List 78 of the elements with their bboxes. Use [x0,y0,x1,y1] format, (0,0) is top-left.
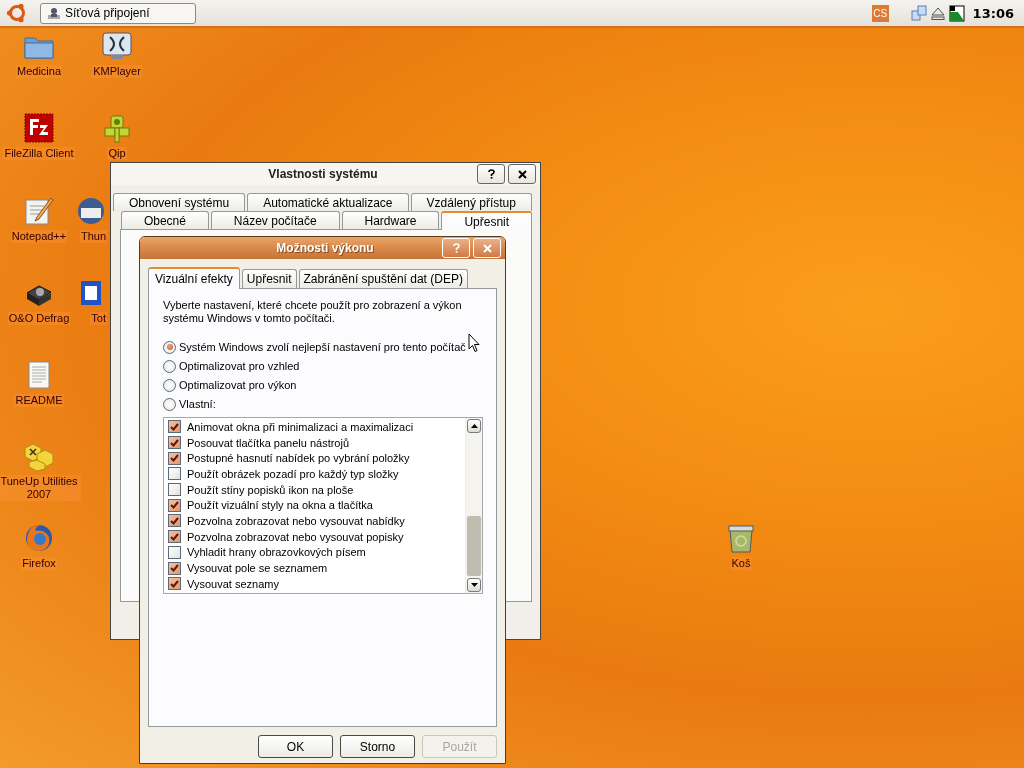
scrollbar-thumb[interactable] [467,516,481,576]
desktop-icon-label[interactable]: TuneUp Utilities 2007 [0,475,81,501]
radio-option[interactable]: Vlastní: [163,396,482,412]
ubuntu-logo-icon[interactable] [6,2,28,24]
tab[interactable]: Obnovení systému [113,193,246,211]
scroll-down-button[interactable] [467,578,481,592]
checkbox-label[interactable]: Pozvolna zobrazovat nebo vysouvat nabídky [187,514,405,527]
desktop-icon-label[interactable]: README [14,394,64,407]
application-icon[interactable] [101,30,133,62]
checkbox-label[interactable]: Použít obrázek pozadí pro každý typ složky [187,467,399,480]
desktop-icon-label[interactable]: Qip [107,147,127,160]
desktop-icon-label[interactable]: Firefox [21,557,57,570]
application-icon[interactable] [75,195,107,227]
radio-button[interactable] [163,378,176,392]
checkbox-label[interactable]: Vysouvat pole se seznamem [187,562,328,575]
up-arrow-icon [470,424,478,428]
radio-button[interactable] [163,397,176,411]
checkbox[interactable] [168,577,181,591]
checkbox[interactable] [168,514,181,528]
checkbox[interactable] [168,530,181,544]
window-title: Možnosti výkonu [275,241,375,255]
dialog-button[interactable]: OK [258,735,333,758]
checkbox[interactable] [168,420,181,434]
tab[interactable]: Hardware [341,211,440,229]
help-button[interactable] [477,164,505,184]
description-text: Vyberte nastavení, které chcete použít pro zobrazení a výkon systému Windows v tomto počítači. [163,299,463,325]
close-button[interactable] [508,164,536,184]
desktop-icon-label[interactable]: Medicina [16,65,62,78]
checkbox-label[interactable]: Použít stíny popisků ikon na ploše [187,483,354,496]
window-title: Vlastnosti systému [267,167,379,181]
question-mark-icon [452,243,460,253]
checkbox-label[interactable]: Pozvolna zobrazovat nebo vysouvat popisky [187,530,404,543]
desktop-icon-label[interactable]: Koš [730,557,752,570]
down-arrow-icon [470,583,478,587]
tab[interactable]: Název počítače [210,211,340,229]
checkbox[interactable] [168,436,181,450]
checkbox-label[interactable]: Vysouvat seznamy [187,577,279,590]
dialog-button[interactable]: Storno [340,735,415,758]
checkbox[interactable] [168,498,181,512]
checkbox[interactable] [168,545,181,559]
desktop-icon-label[interactable]: Notepad++ [10,230,68,243]
network-user-icon [47,6,61,20]
checkbox[interactable] [168,483,181,497]
desktop-icon-label[interactable]: Thun [79,230,107,243]
checkbox-label[interactable]: Postupné hasnutí nabídek po vybrání položky [187,452,410,465]
checkbox-label[interactable]: Posouvat tlačítka panelu nástrojů [187,436,350,449]
checkbox[interactable] [168,451,181,465]
tab[interactable]: Obecné [121,211,209,229]
application-icon[interactable] [23,195,55,227]
checkbox-label[interactable]: Animovat okna při minimalizaci a maximalizaci [187,420,414,433]
checkbox-label[interactable]: Vyhladit hrany obrazovkových písem [187,546,366,559]
tab[interactable]: Vzdálený přístup [410,193,532,211]
close-icon [517,169,527,179]
checkbox[interactable] [168,467,181,481]
close-icon [482,243,492,253]
radio-option[interactable]: Optimalizovat pro výkon [163,377,482,393]
application-icon[interactable] [23,112,55,144]
tab[interactable]: Vizuální efekty [148,267,240,289]
radio-option[interactable]: Optimalizovat pro vzhled [163,358,482,374]
desktop-icon-label[interactable]: KMPlayer [92,65,142,78]
tab[interactable]: Upřesnit [241,269,297,288]
tab[interactable]: Upřesnit [441,211,533,230]
clock[interactable]: 13:06 [972,5,1014,21]
radio-button[interactable] [163,359,176,373]
desktop-icon-label[interactable]: FileZilla Client [3,147,75,160]
checkbox-label[interactable]: Použít vizuální styly na okna a tlačítka [187,499,373,512]
desktop-icon-label[interactable]: O&O Defrag [7,312,71,325]
desktop-icon-label[interactable]: Tot [90,312,107,325]
scroll-up-button[interactable] [467,419,481,433]
mouse-cursor-icon [468,333,480,353]
taskbar-button[interactable]: Síťová připojení [40,2,196,24]
trash-bin-icon[interactable] [725,522,757,554]
checkbox[interactable] [168,561,181,575]
question-mark-icon [487,169,495,179]
tab[interactable]: Zabránění spuštění dat (DEP) [298,269,468,288]
eject-icon[interactable] [929,5,946,21]
radio-button[interactable] [163,340,176,354]
tab[interactable]: Automatické aktualizace [247,193,409,211]
